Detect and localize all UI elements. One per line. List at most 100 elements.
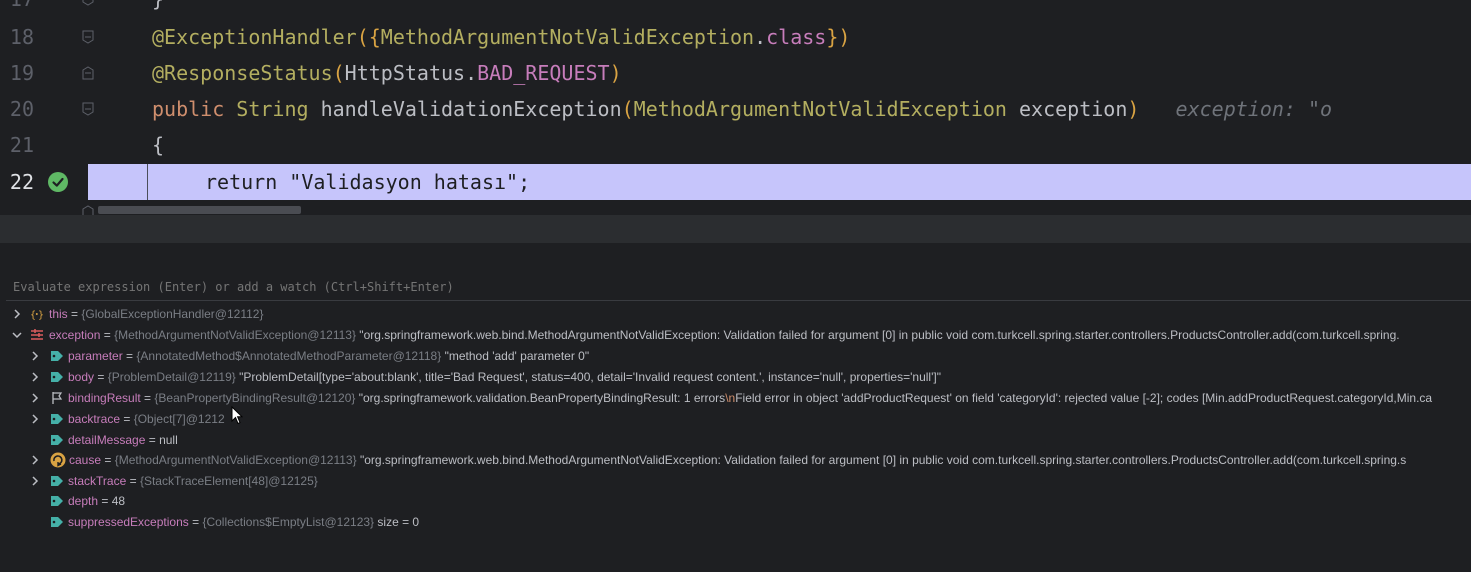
variable-value: null [159,433,178,447]
code-text: { [152,133,165,157]
variable-row-bindingresult[interactable]: bindingResult = {BeanPropertyBindingResu… [0,388,1471,409]
variable-row-exception[interactable]: exception = {MethodArgumentNotValidExcep… [0,325,1471,346]
variable-name: stackTrace [68,474,127,488]
field-tag-icon [50,349,64,363]
equals-sign: = [100,328,115,342]
svg-text:{: { [30,310,36,321]
field-tag-icon [50,474,64,488]
chevron-right-icon[interactable] [30,388,40,409]
chevron-down-icon[interactable] [12,325,22,346]
equals-sign: = [94,370,108,384]
fold-marker-icon[interactable] [80,101,96,117]
code-editor[interactable]: 17 } 18 @ExceptionHandler({MethodArgumen… [0,0,1471,215]
variable-type: {StackTraceElement[48]@12125} [139,474,318,488]
dot-token: . [754,25,767,49]
field-token: BAD_REQUEST [477,61,610,85]
variable-value: "method 'add' parameter 0" [441,349,590,363]
chevron-right-icon[interactable] [30,409,40,430]
annotation-token: @ResponseStatus [152,61,333,85]
fold-marker-icon[interactable] [80,0,96,7]
fold-marker-icon[interactable] [80,29,96,45]
code-line-17[interactable]: 17 } [0,0,1471,17]
annotation-token: @ExceptionHandler [152,25,357,49]
variable-row-backtrace[interactable]: backtrace = {Object[7]@1212 [0,409,1471,430]
variable-name: bindingResult [68,391,141,405]
paren-token: ( [332,61,345,85]
code-text: public String handleValidationException(… [152,91,1332,127]
variable-name: exception [49,328,101,342]
variable-name: backtrace [68,412,121,426]
code-line-22-current[interactable]: 22 return "Validasyon hatası"; [0,164,1471,200]
breakpoint-check-icon[interactable] [48,172,68,192]
dot-token: . [465,61,478,85]
variable-value: "org.springframework.web.bind.MethodArgu… [356,453,1407,467]
variable-row-suppressedexceptions[interactable]: suppressedExceptions = {Collections$Empt… [0,512,1471,533]
field-tag-icon [50,494,64,508]
equals-sign: = [98,494,112,508]
variable-row-parameter[interactable]: parameter = {AnnotatedMethod$AnnotatedMe… [0,346,1471,367]
code-line-18[interactable]: 18 @ExceptionHandler({MethodArgumentNotV… [0,19,1471,55]
flag-icon [50,391,64,405]
horizontal-scrollbar-thumb[interactable] [98,206,301,214]
variable-name: cause [69,453,102,467]
code-text: @ResponseStatus(HttpStatus.BAD_REQUEST) [152,55,622,91]
variable-row-detailmessage[interactable]: detailMessage = null [0,430,1471,451]
variable-row-this[interactable]: {} this = {GlobalExceptionHandler@12112} [0,304,1471,325]
variable-value: 48 [111,494,126,508]
equals-sign: = [140,391,155,405]
fold-marker-icon[interactable] [80,65,96,81]
chevron-right-icon[interactable] [30,346,40,367]
variable-type: {ProblemDetail@12119} [107,370,236,384]
variable-value: size = 0 [374,515,420,529]
keyword-token: public [152,97,225,121]
equals-sign: = [145,433,160,447]
variable-name: detailMessage [68,433,146,447]
variable-value-continued: Field error in object 'addProductRequest… [735,391,1433,405]
paren-token: ( [621,97,634,121]
svg-text:}: } [38,310,44,321]
variable-name: depth [68,494,99,508]
field-tag-icon [50,370,64,384]
code-text: } [152,0,164,17]
fold-marker-icon[interactable] [80,204,96,215]
param-type-token: MethodArgumentNotValidException [633,97,1007,121]
line-number: 21 [9,133,34,157]
mouse-cursor-icon [231,405,244,426]
line-number: 22 [0,164,88,200]
variable-row-body[interactable]: body = {ProblemDetail@12119} "ProblemDet… [0,367,1471,388]
code-line-20[interactable]: 20 public String handleValidationExcepti… [0,91,1471,127]
chevron-right-icon[interactable] [30,367,40,388]
code-line-19[interactable]: 19 @ResponseStatus(HttpStatus.BAD_REQUES… [0,55,1471,91]
variable-row-stacktrace[interactable]: stackTrace = {StackTraceElement[48]@1212… [0,471,1471,492]
equals-sign: = [122,349,137,363]
class-token: MethodArgumentNotValidException [380,25,755,49]
field-tag-icon [50,515,64,529]
code-line-21[interactable]: 21 { [0,127,1471,163]
chevron-right-icon[interactable] [30,471,40,492]
variable-value: "ProblemDetail[type='about:blank', title… [235,370,941,384]
chevron-right-icon[interactable] [12,304,22,325]
chevron-right-icon[interactable] [30,450,40,471]
equals-sign: = [67,307,82,321]
variable-type: {GlobalExceptionHandler@12112} [81,307,264,321]
paren-token: ) [1127,97,1140,121]
class-token: HttpStatus [344,61,466,85]
code-text: @ExceptionHandler({MethodArgumentNotVali… [152,19,850,55]
variable-row-depth[interactable]: depth = 48 [0,491,1471,512]
evaluate-expression-input[interactable] [6,273,1471,301]
variable-value: "org.springframework.validation.BeanProp… [355,391,726,405]
variable-row-cause[interactable]: cause = {MethodArgumentNotValidException… [0,450,1471,471]
keyword-token: class [766,25,827,49]
line-number: 17 [0,0,34,17]
line-number: 19 [9,61,34,85]
variable-type: {Object[7]@1212 [133,412,225,426]
variable-type: {MethodArgumentNotValidException@12113} [114,453,357,467]
variable-type: {AnnotatedMethod$AnnotatedMethodParamete… [136,349,442,363]
exception-icon [30,328,44,342]
method-token: handleValidationException [320,97,622,121]
panel-splitter[interactable] [0,215,1471,243]
paren-token: ({ [356,25,381,49]
equals-sign: = [101,453,115,467]
variable-type: {MethodArgumentNotValidException@12113} [114,328,356,342]
newline-escape: \n [725,391,736,405]
